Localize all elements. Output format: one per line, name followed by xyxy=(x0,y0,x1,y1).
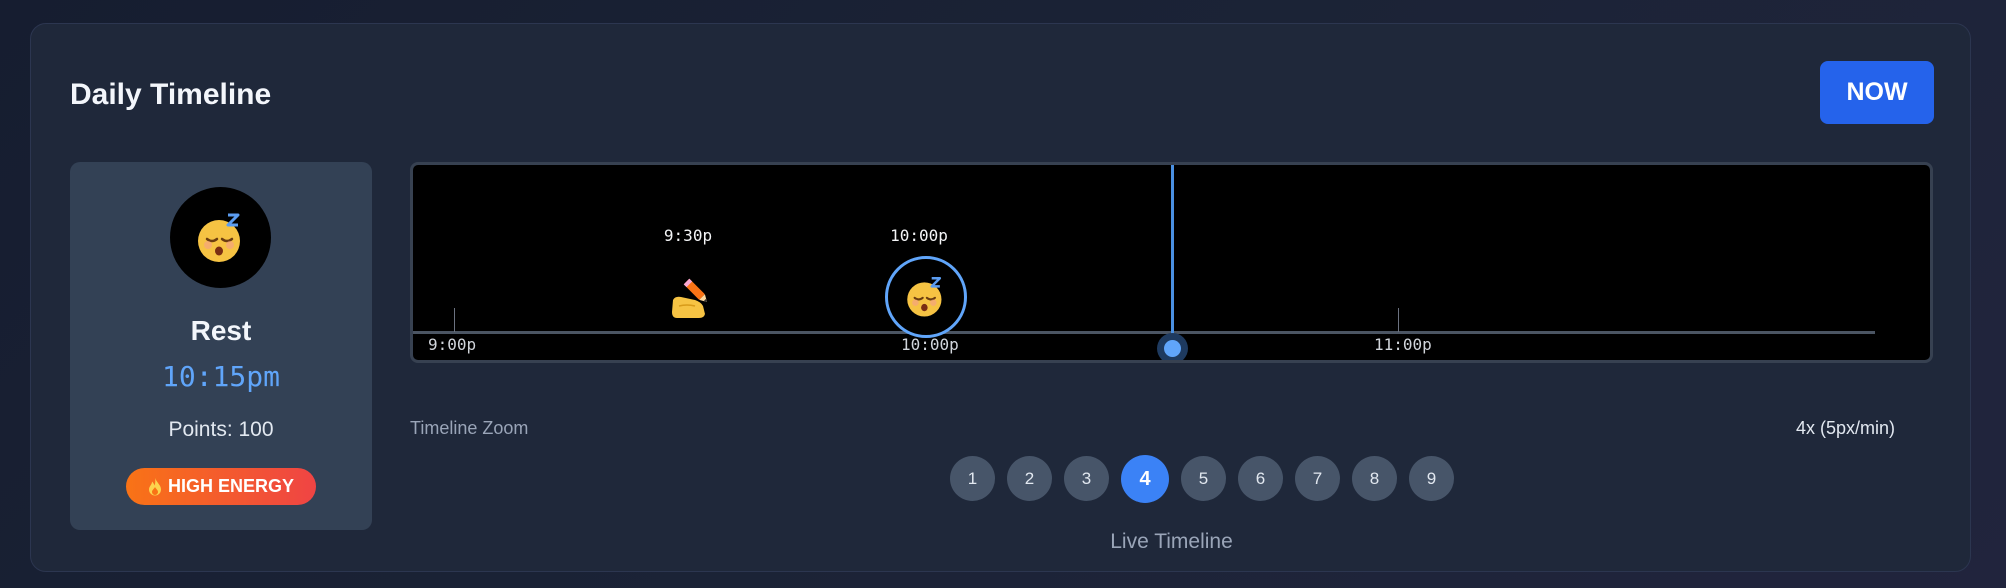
timeline-baseline xyxy=(413,331,1875,334)
now-button[interactable]: NOW xyxy=(1820,61,1934,124)
zoom-level-button[interactable]: 1 xyxy=(950,456,995,501)
event-time-label: 10:00p xyxy=(890,226,948,245)
sleeping-face-icon[interactable] xyxy=(885,256,967,338)
fire-icon xyxy=(148,477,162,496)
event-time-label: 9:30p xyxy=(663,226,713,245)
page-title: Daily Timeline xyxy=(70,78,272,111)
hour-tick-label: 11:00p xyxy=(1374,335,1432,354)
energy-badge: HIGH ENERGY xyxy=(126,468,316,505)
hour-tick xyxy=(1398,308,1399,332)
zoom-level-button[interactable]: 8 xyxy=(1352,456,1397,501)
hour-tick-label: 9:00p xyxy=(428,335,477,354)
daily-timeline-card: Daily Timeline NOW Rest 10:15pm Points: … xyxy=(30,23,1971,572)
zoom-value: 4x (5px/min) xyxy=(1795,418,1895,438)
current-time-handle[interactable] xyxy=(1157,333,1188,360)
hour-tick xyxy=(454,308,455,332)
zoom-level-button[interactable]: 3 xyxy=(1064,456,1109,501)
timeline-track[interactable]: 9:00p 10:00p 11:00p 9:30p 10:00p xyxy=(410,162,1933,363)
zoom-level-button[interactable]: 5 xyxy=(1181,456,1226,501)
energy-label: HIGH ENERGY xyxy=(167,476,295,496)
zoom-level-button[interactable]: 2 xyxy=(1007,456,1052,501)
points-label: Points: 100 xyxy=(168,418,274,441)
zoom-level-button[interactable]: 9 xyxy=(1409,456,1454,501)
hour-tick-label: 10:00p xyxy=(901,335,959,354)
zoom-label: Timeline Zoom xyxy=(410,418,529,438)
current-activity-panel: Rest 10:15pm Points: 100 HIGH ENERGY xyxy=(70,162,372,530)
sleeping-face-icon xyxy=(170,187,271,288)
zoom-level-button[interactable]: 6 xyxy=(1238,456,1283,501)
live-timeline-label: Live Timeline xyxy=(1110,530,1233,553)
activity-name: Rest xyxy=(190,315,252,346)
activity-time: 10:15pm xyxy=(161,360,280,393)
zoom-level-button[interactable]: 7 xyxy=(1295,456,1340,501)
writing-hand-icon[interactable] xyxy=(661,270,717,326)
zoom-level-selector: 1 2 3 4 5 6 7 8 9 xyxy=(950,455,1454,503)
zoom-level-button-selected[interactable]: 4 xyxy=(1121,455,1169,503)
